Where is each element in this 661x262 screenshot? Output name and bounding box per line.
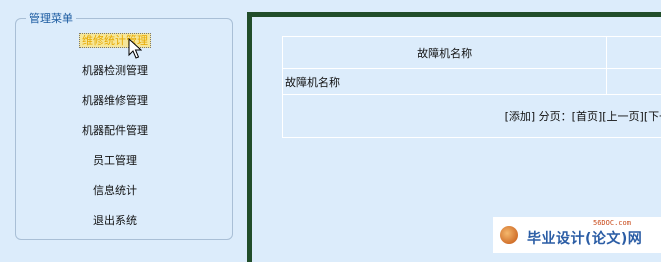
menu-item-label: 员工管理: [93, 154, 137, 167]
menu-item-label: 信息统计: [93, 184, 137, 197]
mouse-cursor-icon: [128, 38, 142, 60]
menu-item-statistics[interactable]: 信息统计: [40, 184, 190, 198]
pager-links[interactable]: [添加] 分页：[首页][上一页][下一页][尾页]: [505, 108, 661, 124]
table-row: 故障机名称: [283, 69, 661, 95]
pager-row: [添加] 分页：[首页][上一页][下一页][尾页]: [283, 95, 661, 138]
watermark-url: 56DOC.com: [593, 219, 631, 227]
menu-item-label: 机器维修管理: [82, 94, 148, 107]
menu-item-label: 机器检测管理: [82, 64, 148, 77]
menu-item-label: 退出系统: [93, 214, 137, 227]
menu-item-machine-inspection[interactable]: 机器检测管理: [40, 64, 190, 78]
menu-item-staff[interactable]: 员工管理: [40, 154, 190, 168]
watermark-logo-icon: [500, 226, 518, 244]
watermark-text: 毕业设计(论文)网: [527, 228, 642, 248]
column-header-extra: [607, 37, 661, 69]
menu-item-logout[interactable]: 退出系统: [40, 214, 190, 228]
menu-item-label: 机器配件管理: [82, 124, 148, 137]
table-header-row: 故障机名称: [283, 37, 661, 69]
table-cell-extra: [607, 69, 661, 95]
menu-item-parts[interactable]: 机器配件管理: [40, 124, 190, 138]
watermark: 56DOC.com 毕业设计(论文)网: [493, 217, 661, 253]
menu-legend: 管理菜单: [26, 10, 76, 26]
menu-item-repair-stats[interactable]: 维修统计管理: [40, 34, 190, 48]
menu-item-machine-repair[interactable]: 机器维修管理: [40, 94, 190, 108]
pager-cell: [添加] 分页：[首页][上一页][下一页][尾页]: [283, 95, 661, 138]
table-cell-fault-machine-name: 故障机名称: [283, 69, 607, 95]
data-table: 故障机名称 故障机名称 [添加] 分页：[首页][上一页][下一页][尾页]: [282, 36, 661, 138]
column-header-fault-machine-name: 故障机名称: [283, 37, 607, 69]
